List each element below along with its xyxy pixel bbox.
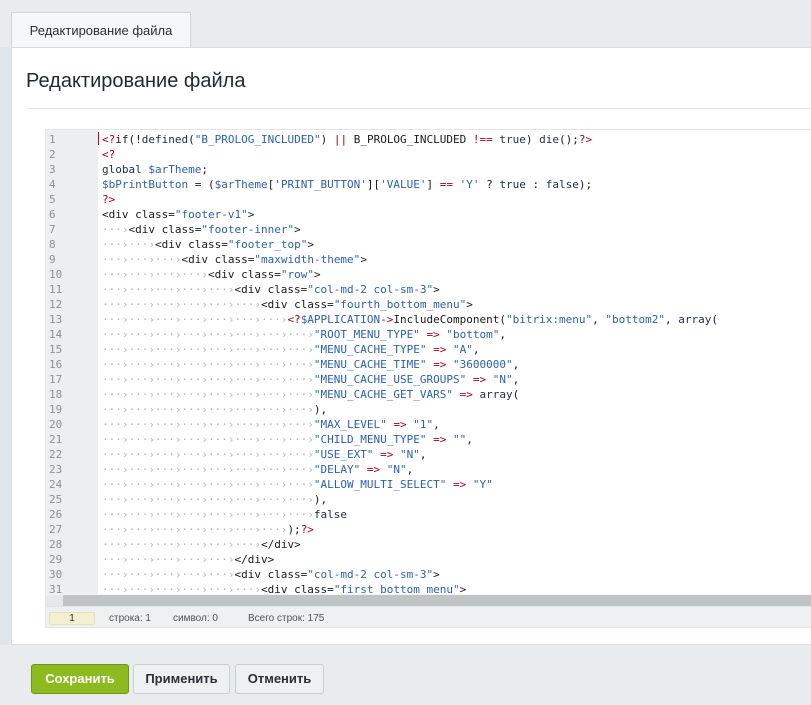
code-line: ···›···›···›···›···›···›···›···›"MENU_CA… bbox=[102, 388, 520, 401]
code-line: $bPrintButton = ($arTheme['PRINT_BUTTON'… bbox=[102, 178, 593, 191]
line-number: 25 bbox=[49, 493, 63, 506]
line-number: 9 bbox=[49, 253, 56, 266]
line-number: 26 bbox=[49, 508, 63, 521]
cursor-row: строка: 1 bbox=[109, 613, 151, 624]
code-line: ···›···›···›···›···›···›<div class="four… bbox=[102, 298, 473, 311]
button-bar: Сохранить Применить Отменить bbox=[0, 645, 811, 705]
code-line: ···›···›···›···›···›<div class="col-md-2… bbox=[102, 568, 440, 581]
code-line: ···›···›···›···›···›···›···›···›"MENU_CA… bbox=[102, 343, 480, 356]
code-line: ···›···›···›···›···›···›···›···›"DELAY" … bbox=[102, 463, 414, 476]
line-number: 11 bbox=[49, 283, 63, 296]
code-line: ···›···›···›···›···›<div class="col-md-2… bbox=[102, 283, 440, 296]
code-line: <? bbox=[102, 148, 116, 161]
code-line: ···›···›···›···›···›···›<div class="firs… bbox=[102, 583, 467, 594]
code-line: ···›···›···›···›···›···›···›···›), bbox=[102, 493, 328, 506]
divider bbox=[26, 108, 811, 109]
page-title: Редактирование файла bbox=[26, 70, 246, 92]
line-number: 14 bbox=[49, 328, 63, 341]
line-number: 8 bbox=[49, 238, 56, 251]
line-number: 4 bbox=[49, 178, 56, 191]
edit-panel: Редактирование файла 1 2 3 4 5 6 7 8 9 10 11 12 13 14… bbox=[11, 47, 811, 645]
line-number: 15 bbox=[49, 343, 63, 356]
line-number: 3 bbox=[49, 163, 56, 176]
code-line: ···›···›···›···›···›···›···›···›"MENU_CA… bbox=[102, 373, 520, 386]
cursor-column: символ: 0 bbox=[173, 613, 218, 624]
code-line: ···›···›···›···›···›···›···›···›"MAX_LEV… bbox=[102, 418, 440, 431]
code-line: ···›···›<div class="footer_top"> bbox=[102, 238, 314, 251]
tab-bar: Редактирование файла bbox=[0, 0, 811, 47]
line-number: 27 bbox=[49, 523, 63, 536]
code-editor[interactable]: 1 2 3 4 5 6 7 8 9 10 11 12 13 14 15 16 17 18 19 20 21 22 23 24 2… bbox=[45, 129, 811, 628]
cancel-button[interactable]: Отменить bbox=[235, 664, 324, 694]
code-line: ···›···›···›<div class="maxwidth-theme"> bbox=[102, 253, 367, 266]
horizontal-scrollbar[interactable] bbox=[63, 595, 811, 606]
line-number: 12 bbox=[49, 298, 63, 311]
line-number: 21 bbox=[49, 433, 63, 446]
code-line: ···›···›···›···›···›···›···›···›"CHILD_M… bbox=[102, 433, 473, 446]
code-line: ···›···›···›···›···›···›</div> bbox=[102, 538, 301, 551]
code-line: <div class="footer-v1"> bbox=[102, 208, 255, 221]
line-number: 30 bbox=[49, 568, 63, 581]
line-number: 16 bbox=[49, 358, 63, 371]
code-line: ···›···›···›···›···›···›···›···›"ALLOW_M… bbox=[102, 478, 493, 491]
code-line: ···›···›···›···›···›···›···›<?$APPLICATI… bbox=[102, 313, 718, 326]
line-number: 29 bbox=[49, 553, 63, 566]
line-number: 20 bbox=[49, 418, 63, 431]
code-line: ···›···›···›···›···›···›···›···›), bbox=[102, 403, 328, 416]
current-line-indicator: 1 bbox=[49, 612, 95, 625]
line-number: 23 bbox=[49, 463, 63, 476]
code-line: ···›···›···›···›···›</div> bbox=[102, 553, 275, 566]
code-line: ···›···›···›···›···›···›···›···›"USE_EXT… bbox=[102, 448, 427, 461]
total-lines: Всего строк: 175 bbox=[248, 613, 325, 624]
line-number: 13 bbox=[49, 313, 63, 326]
code-line: ···›···›···›···›<div class="row"> bbox=[102, 268, 321, 281]
editor-status-bar: 1 строка: 1 символ: 0 Всего строк: 175 bbox=[46, 606, 811, 627]
line-number: 10 bbox=[49, 268, 63, 281]
apply-button[interactable]: Применить bbox=[133, 664, 230, 694]
line-number: 7 bbox=[49, 223, 56, 236]
line-number: 22 bbox=[49, 448, 63, 461]
line-number: 18 bbox=[49, 388, 63, 401]
code-area[interactable]: <?if(!defined("B_PROLOG_INCLUDED") || B_… bbox=[98, 130, 811, 594]
line-number: 6 bbox=[49, 208, 56, 221]
code-line: ···›<div class="footer-inner"> bbox=[102, 223, 301, 236]
code-line: ···›···›···›···›···›···›···›···›false bbox=[102, 508, 348, 521]
line-number: 28 bbox=[49, 538, 63, 551]
line-number: 1 bbox=[49, 133, 56, 146]
code-line: <?if(!defined("B_PROLOG_INCLUDED") || B_… bbox=[102, 133, 593, 146]
save-button[interactable]: Сохранить bbox=[31, 664, 129, 694]
tab-edit-file[interactable]: Редактирование файла bbox=[11, 12, 191, 47]
scrollbar-left-cap bbox=[46, 595, 63, 606]
line-number-gutter: 1 2 3 4 5 6 7 8 9 10 11 12 13 14 15 16 17 18 19 20 21 22 23 24 2… bbox=[46, 130, 98, 596]
code-line: ···›···›···›···›···›···›···›···›"MENU_CA… bbox=[102, 358, 520, 371]
line-number: 24 bbox=[49, 478, 63, 491]
text-cursor bbox=[98, 132, 99, 145]
code-line: ···›···›···›···›···›···›···›···›"ROOT_ME… bbox=[102, 328, 506, 341]
line-number: 19 bbox=[49, 403, 63, 416]
line-number: 5 bbox=[49, 193, 56, 206]
line-number: 17 bbox=[49, 373, 63, 386]
line-number: 2 bbox=[49, 148, 56, 161]
code-line: global $arTheme; bbox=[102, 163, 208, 176]
code-line: ?> bbox=[102, 193, 116, 206]
code-line: ···›···›···›···›···›···›···›);?> bbox=[102, 523, 314, 536]
